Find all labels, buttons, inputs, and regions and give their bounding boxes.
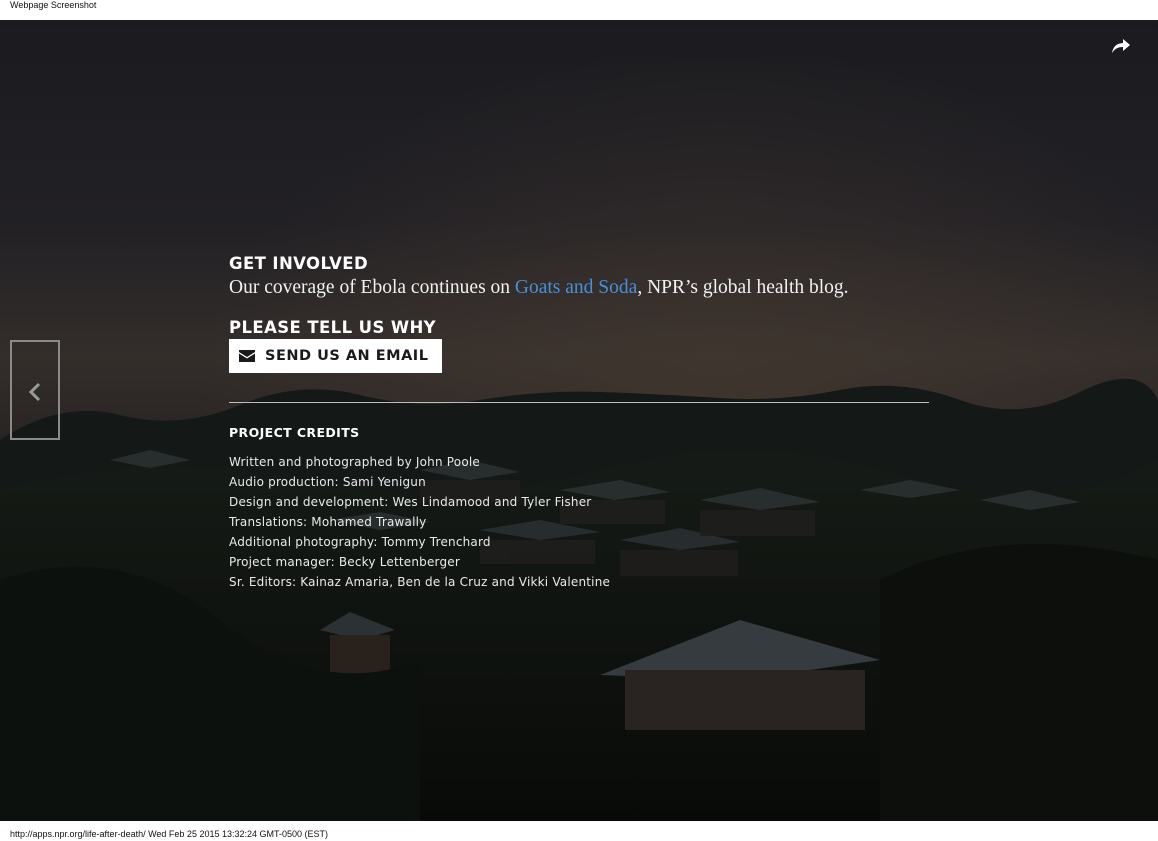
credit-item: Audio production: Sami Yenigun bbox=[229, 475, 426, 489]
get-involved-heading: GET INVOLVED bbox=[229, 254, 369, 273]
chevron-left-icon bbox=[28, 382, 41, 402]
credit-item: Sr. Editors: Kainaz Amaria, Ben de la Cr… bbox=[229, 575, 611, 589]
send-email-button[interactable]: SEND US AN EMAIL bbox=[229, 339, 443, 373]
envelope-icon bbox=[239, 350, 255, 362]
credits-list: Written and photographed by John Poole A… bbox=[229, 452, 929, 592]
send-email-label: SEND US AN EMAIL bbox=[265, 348, 429, 364]
screenshot-caption-top: Webpage Screenshot bbox=[10, 0, 97, 10]
share-button[interactable] bbox=[1110, 36, 1132, 56]
credit-item: Translations: Mohamed Trawally bbox=[229, 515, 427, 529]
project-credits-heading: PROJECT CREDITS bbox=[229, 425, 360, 440]
credit-item: Written and photographed by John Poole bbox=[229, 455, 480, 469]
goats-and-soda-link[interactable]: Goats and Soda bbox=[515, 277, 637, 298]
lede-text-before: Our coverage of Ebola continues on bbox=[229, 277, 515, 298]
slide-viewport: GET INVOLVED Our coverage of Ebola conti… bbox=[0, 20, 1158, 821]
credit-item: Additional photography: Tommy Trenchard bbox=[229, 535, 491, 549]
credit-item: Project manager: Becky Lettenberger bbox=[229, 555, 461, 569]
credit-item: Design and development: Wes Lindamood an… bbox=[229, 495, 592, 509]
screenshot-caption-bottom: http://apps.npr.org/life-after-death/ We… bbox=[10, 829, 329, 839]
tell-us-why-heading: PLEASE TELL US WHY bbox=[229, 318, 437, 337]
lede-text-after: , NPR’s global health blog. bbox=[637, 277, 849, 298]
get-involved-text: Our coverage of Ebola continues on Goats… bbox=[229, 275, 929, 301]
share-arrow-icon bbox=[1112, 39, 1130, 53]
closing-slide-content: GET INVOLVED Our coverage of Ebola conti… bbox=[229, 254, 929, 592]
section-divider bbox=[229, 402, 929, 403]
previous-slide-button[interactable] bbox=[10, 340, 60, 440]
